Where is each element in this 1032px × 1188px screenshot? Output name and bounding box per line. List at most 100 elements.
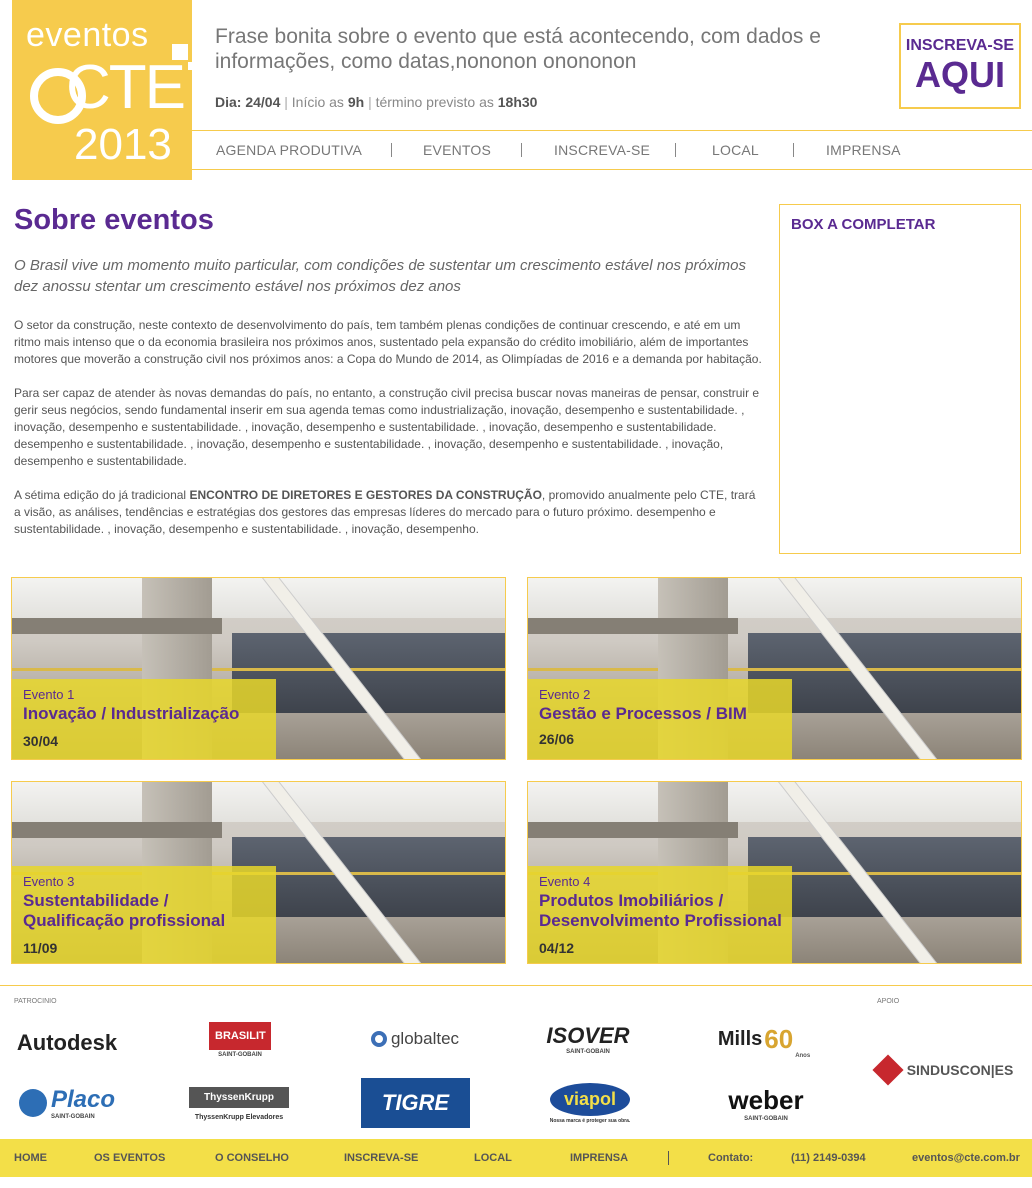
main-nav: AGENDA PRODUTIVA EVENTOS INSCREVA-SE LOC… bbox=[192, 130, 1032, 170]
logo-mills-text: Mills bbox=[717, 1027, 763, 1050]
event-title: Sustentabilidade / Qualificação profissi… bbox=[23, 891, 226, 930]
paragraph-text: A sétima edição do já tradicional bbox=[14, 488, 190, 502]
side-box: BOX A COMPLETAR bbox=[779, 204, 1021, 554]
event-title: Inovação / Industrialização bbox=[23, 704, 240, 723]
nav-agenda[interactable]: AGENDA PRODUTIVA bbox=[216, 142, 362, 158]
event-date: 26/06 bbox=[539, 731, 575, 747]
event-overlay: Evento 4 Produtos Imobiliários / Desenvo… bbox=[528, 866, 792, 963]
photo-beam bbox=[12, 618, 222, 634]
footer-link-imprensa[interactable]: IMPRENSA bbox=[570, 1152, 628, 1164]
photo-sky bbox=[528, 782, 1021, 822]
photo-beam bbox=[12, 822, 222, 838]
event-number: Evento 3 bbox=[23, 874, 75, 889]
logo-viapol[interactable]: viapol Nossa marca é proteger sua obra. bbox=[542, 1080, 638, 1126]
logo-mills-60: 60 bbox=[764, 1023, 794, 1054]
logo-globaltec-text: globaltec bbox=[390, 1029, 460, 1048]
logo-thyssen-sub: ThyssenKrupp Elevadores bbox=[194, 1114, 284, 1121]
lead-text: O Brasil vive um momento muito particula… bbox=[14, 257, 746, 295]
nav-imprensa[interactable]: IMPRENSA bbox=[826, 142, 901, 158]
event-title: Gestão e Processos / BIM bbox=[539, 704, 747, 723]
logo-globaltec[interactable]: globaltec bbox=[360, 1024, 470, 1054]
sponsors-label: PATROCINIO bbox=[14, 998, 57, 1005]
logo-brasilit-text: BRASILIT bbox=[209, 1022, 271, 1050]
photo-sky bbox=[528, 578, 1021, 618]
signup-label: INSCREVA-SE bbox=[905, 37, 1015, 54]
event-number: Evento 1 bbox=[23, 687, 75, 702]
body-text: O setor da construção, neste contexto de… bbox=[14, 317, 764, 555]
nav-inscreva[interactable]: INSCREVA-SE bbox=[554, 142, 650, 158]
page-title: Sobre eventos bbox=[14, 204, 214, 236]
logo-sinduscon[interactable]: SINDUSCON|ES bbox=[872, 1053, 1015, 1087]
header-tagline: Frase bonita sobre o evento que está aco… bbox=[215, 25, 821, 73]
event-info: Dia: 24/04 | Início as 9h | término prev… bbox=[215, 94, 538, 110]
nav-eventos[interactable]: EVENTOS bbox=[423, 142, 491, 158]
footer-link-inscreva[interactable]: INSCREVA-SE bbox=[344, 1152, 418, 1164]
event-date: 30/04 bbox=[23, 733, 59, 749]
site-logo[interactable]: eventos CTE 2013 bbox=[12, 0, 192, 180]
end-text: término previsto as bbox=[375, 94, 494, 110]
event-number: Evento 2 bbox=[539, 687, 591, 702]
event-overlay: Evento 2 Gestão e Processos / BIM 26/06 bbox=[528, 679, 792, 759]
footer-bar: HOME OS EVENTOS O CONSELHO INSCREVA-SE L… bbox=[0, 1139, 1032, 1177]
logo-mills-anos: Anos bbox=[795, 1053, 811, 1059]
signup-button[interactable]: INSCREVA-SE AQUI bbox=[899, 23, 1021, 109]
sponsors-section: PATROCINIO APOIO Autodesk BRASILIT SAINT… bbox=[0, 985, 1032, 1137]
logo-brasilit[interactable]: BRASILIT SAINT-GOBAIN bbox=[208, 1016, 272, 1064]
footer-link-conselho[interactable]: O CONSELHO bbox=[215, 1152, 289, 1164]
placo-icon bbox=[18, 1089, 47, 1117]
event-card-1[interactable]: Evento 1 Inovação / Industrialização 30/… bbox=[11, 577, 506, 760]
event-card-4[interactable]: Evento 4 Produtos Imobiliários / Desenvo… bbox=[527, 781, 1022, 964]
logo-placo[interactable]: Placo SAINT-GOBAIN bbox=[12, 1086, 122, 1120]
event-number: Evento 4 bbox=[539, 874, 591, 889]
paragraph: O setor da construção, neste contexto de… bbox=[14, 318, 762, 366]
logo-thyssenkrupp[interactable]: ThyssenKrupp ThyssenKrupp Elevadores bbox=[186, 1081, 292, 1127]
logo-cte: CTE bbox=[66, 53, 186, 122]
photo-beam bbox=[528, 822, 738, 838]
start-time: 9h bbox=[347, 94, 365, 110]
event-card-2[interactable]: Evento 2 Gestão e Processos / BIM 26/06 bbox=[527, 577, 1022, 760]
photo-rail bbox=[528, 668, 1021, 671]
logo-square-small bbox=[188, 62, 192, 70]
logo-viapol-text: viapol bbox=[549, 1082, 630, 1116]
photo-rail bbox=[12, 668, 505, 671]
nav-separator bbox=[391, 143, 392, 157]
logo-autodesk[interactable]: Autodesk bbox=[12, 1026, 122, 1060]
nav-separator bbox=[521, 143, 522, 157]
footer-link-local[interactable]: LOCAL bbox=[474, 1152, 512, 1164]
event-overlay: Evento 1 Inovação / Industrialização 30/… bbox=[12, 679, 276, 759]
paragraph-bold: ENCONTRO DE DIRETORES E GESTORES DA CONS… bbox=[189, 488, 542, 502]
signup-cta: AQUI bbox=[915, 54, 1005, 95]
globaltec-icon bbox=[370, 1031, 387, 1047]
logo-year: 2013 bbox=[74, 120, 172, 169]
logo-weber[interactable]: weber SAINT-GOBAIN bbox=[716, 1084, 816, 1122]
logo-placo-sub: SAINT-GOBAIN bbox=[50, 1114, 95, 1120]
photo-sky bbox=[12, 578, 505, 618]
nav-separator bbox=[793, 143, 794, 157]
logo-isover-sub: SAINT-GOBAIN bbox=[566, 1049, 610, 1055]
event-date: 11/09 bbox=[23, 940, 58, 956]
event-day: Dia: 24/04 bbox=[215, 94, 281, 110]
footer-link-home[interactable]: HOME bbox=[14, 1152, 47, 1164]
footer-link-eventos[interactable]: OS EVENTOS bbox=[94, 1152, 165, 1164]
logo-viapol-sub: Nossa marca é proteger sua obra. bbox=[549, 1117, 631, 1124]
event-date: 04/12 bbox=[539, 940, 575, 956]
footer-phone: (11) 2149-0394 bbox=[791, 1152, 866, 1164]
logo-weber-text: weber bbox=[728, 1084, 804, 1115]
nav-local[interactable]: LOCAL bbox=[712, 142, 759, 158]
event-card-3[interactable]: Evento 3 Sustentabilidade / Qualificação… bbox=[11, 781, 506, 964]
logo-isover[interactable]: ISOVER SAINT-GOBAIN bbox=[543, 1022, 633, 1056]
paragraph: A sétima edição do já tradicional ENCONT… bbox=[14, 487, 764, 538]
logo-tigre[interactable]: TIGRE bbox=[361, 1078, 470, 1128]
photo-beam bbox=[528, 618, 738, 634]
start-text: Início as bbox=[291, 94, 344, 110]
logo-eventos: eventos bbox=[26, 16, 149, 54]
event-title: Produtos Imobiliários / Desenvolvimento … bbox=[539, 891, 782, 930]
logo-mills[interactable]: Mills 60 Anos bbox=[712, 1019, 816, 1060]
footer-email[interactable]: eventos@cte.com.br bbox=[912, 1152, 1020, 1164]
box-title: BOX A COMPLETAR bbox=[791, 216, 936, 233]
logo-thyssen-text: ThyssenKrupp bbox=[189, 1087, 289, 1108]
logo-placo-text: Placo bbox=[50, 1086, 116, 1113]
event-overlay: Evento 3 Sustentabilidade / Qualificação… bbox=[12, 866, 276, 963]
logo-brasilit-sub: SAINT-GOBAIN bbox=[218, 1052, 262, 1058]
end-time: 18h30 bbox=[497, 94, 538, 110]
